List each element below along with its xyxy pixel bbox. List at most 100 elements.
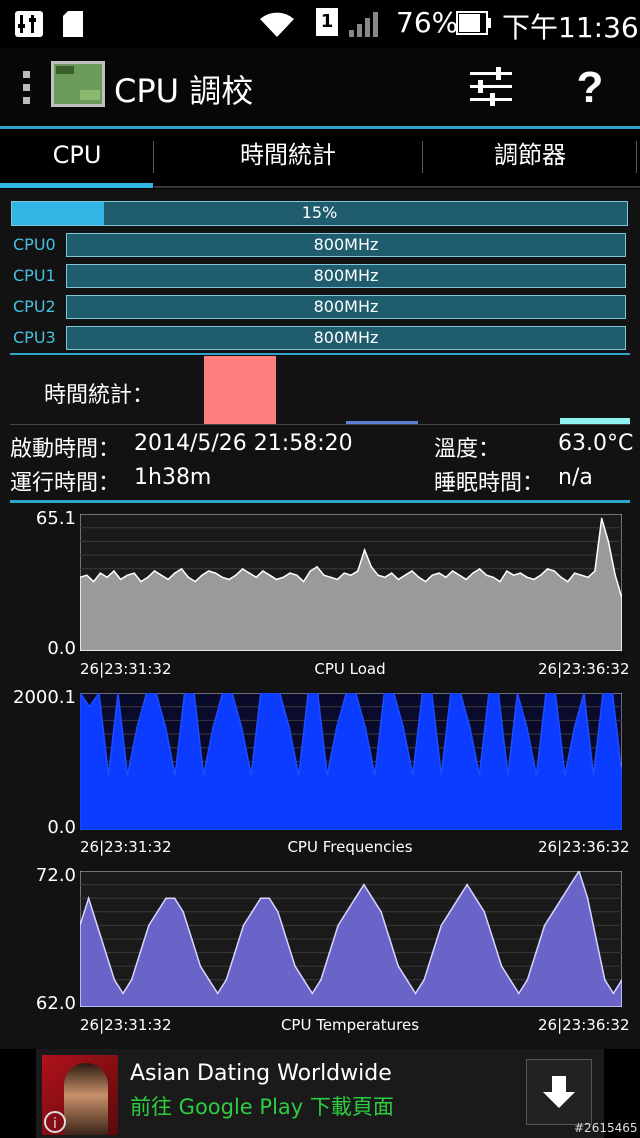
chart-data-point: [343, 572, 346, 574]
chart-data-point: [472, 572, 474, 574]
chart-data-point: [397, 578, 400, 581]
chart-data-point: [363, 549, 366, 551]
chart-data-point: [99, 572, 102, 574]
chart-data-point: [506, 570, 508, 572]
chart-data-point: [309, 570, 312, 572]
chart-data-point: [363, 883, 365, 886]
chart-data-point: [167, 578, 169, 581]
chart-data-point: [285, 938, 288, 940]
chart-data-point: [199, 965, 202, 967]
chart-data-point: [440, 774, 443, 777]
ad-banner[interactable]: i Asian Dating Worldwide 前往 Google Play …: [36, 1049, 604, 1138]
chart-data-point: [404, 574, 407, 577]
chart-data-point: [445, 576, 447, 579]
chart-data-point: [241, 568, 244, 570]
chart-data-point: [164, 726, 167, 729]
chart-data-point: [107, 774, 110, 777]
chart-data-point: [251, 911, 253, 913]
signal-icon: [349, 12, 378, 37]
boot-time-label: 啟動時間：: [10, 437, 121, 462]
cpu0-label: CPU0: [13, 235, 56, 254]
section-divider: [10, 353, 630, 355]
freq-chart-ymax: 2000.1: [13, 687, 76, 708]
chart-data-point: [248, 572, 251, 574]
time-stats-axis: [10, 424, 630, 425]
chart-data-point: [509, 979, 511, 981]
help-icon[interactable]: ?: [574, 62, 606, 108]
sliders-icon[interactable]: [468, 66, 514, 108]
tab-time-stats[interactable]: 時間統計: [154, 129, 422, 185]
time-stats-bar-main: [204, 356, 276, 424]
chart-data-point: [388, 938, 391, 940]
ad-portrait: [64, 1063, 108, 1135]
load-chart-ymax: 65.1: [35, 508, 76, 529]
tab-separator: [636, 141, 637, 173]
chart-data-point: [105, 951, 107, 954]
chart-data-point: [580, 574, 583, 577]
chart-data-point: [268, 897, 271, 899]
chart-data-point: [586, 897, 589, 899]
chart-data-point: [277, 911, 279, 913]
chart-data-point: [499, 580, 501, 583]
chart-data-point: [500, 965, 503, 967]
load-chart-x-end: 26|23:36:32: [538, 660, 630, 678]
chart-data-point: [136, 726, 138, 729]
load-bar: 15%: [11, 201, 628, 226]
download-icon: [543, 1076, 575, 1108]
chart-data-point: [139, 951, 142, 954]
chart-data-point: [423, 979, 425, 981]
chart-data-point: [106, 576, 108, 579]
chart-data-point: [311, 992, 314, 995]
ad-info-icon[interactable]: i: [44, 1111, 66, 1133]
chart-data-point: [225, 979, 228, 981]
chart-data-point: [302, 580, 305, 583]
ad-subtitle[interactable]: 前往 Google Play 下載頁面: [130, 1091, 394, 1121]
tab-governor[interactable]: 調節器: [424, 129, 636, 185]
time-stats-label: 時間統計：: [44, 383, 155, 408]
chart-data-point: [535, 951, 537, 954]
chart-data-point: [350, 574, 352, 577]
chart-data-point: [539, 574, 542, 577]
chart-data-point: [113, 570, 115, 572]
chart-data-point: [478, 774, 481, 777]
chart-data-point: [96, 924, 99, 927]
chart-data-point: [259, 897, 262, 899]
chart-data-point: [316, 566, 318, 568]
overflow-menu-icon[interactable]: [22, 70, 32, 106]
chart-data-point: [465, 578, 467, 581]
battery-icon: [456, 11, 491, 35]
sleep-time-value: n/a: [558, 465, 593, 490]
tab-time-stats-label: 時間統計: [240, 141, 336, 169]
run-time-value: 1h38m: [134, 465, 212, 490]
cpu-temperatures-chart: [80, 871, 622, 1007]
ad-thumbnail[interactable]: i: [42, 1055, 118, 1135]
temp-chart-ymin: 62.0: [35, 993, 76, 1014]
chart-data-point: [255, 576, 257, 579]
chart-data-point: [336, 578, 339, 581]
chart-data-point: [519, 572, 522, 574]
chart-data-point: [356, 570, 359, 572]
chart-data-point: [140, 580, 142, 583]
chart-data-point: [122, 992, 124, 995]
chart-data-point: [302, 979, 305, 981]
chart-data-point: [119, 578, 122, 581]
tab-governor-label: 調節器: [494, 141, 566, 169]
chart-data-point: [466, 883, 468, 886]
chart-data-point: [146, 576, 149, 579]
chart-data-point: [364, 726, 367, 729]
chart-data-point: [126, 774, 129, 777]
chart-data-point: [288, 726, 290, 729]
wifi-icon: [260, 12, 294, 37]
chart-data-point: [440, 924, 443, 927]
status-time: 下午11:36: [502, 11, 639, 44]
tab-cpu[interactable]: CPU: [0, 129, 154, 185]
status-bar: 1 76% 下午11:36: [0, 0, 640, 48]
sim-slot-label: 1: [320, 11, 334, 32]
chart-data-point: [214, 572, 217, 574]
chart-data-point: [328, 951, 331, 954]
chart-data-point: [526, 979, 529, 981]
chart-data-point: [337, 924, 339, 927]
ad-download-button[interactable]: [526, 1059, 592, 1125]
chart-data-point: [485, 574, 488, 577]
chart-data-point: [160, 574, 163, 577]
